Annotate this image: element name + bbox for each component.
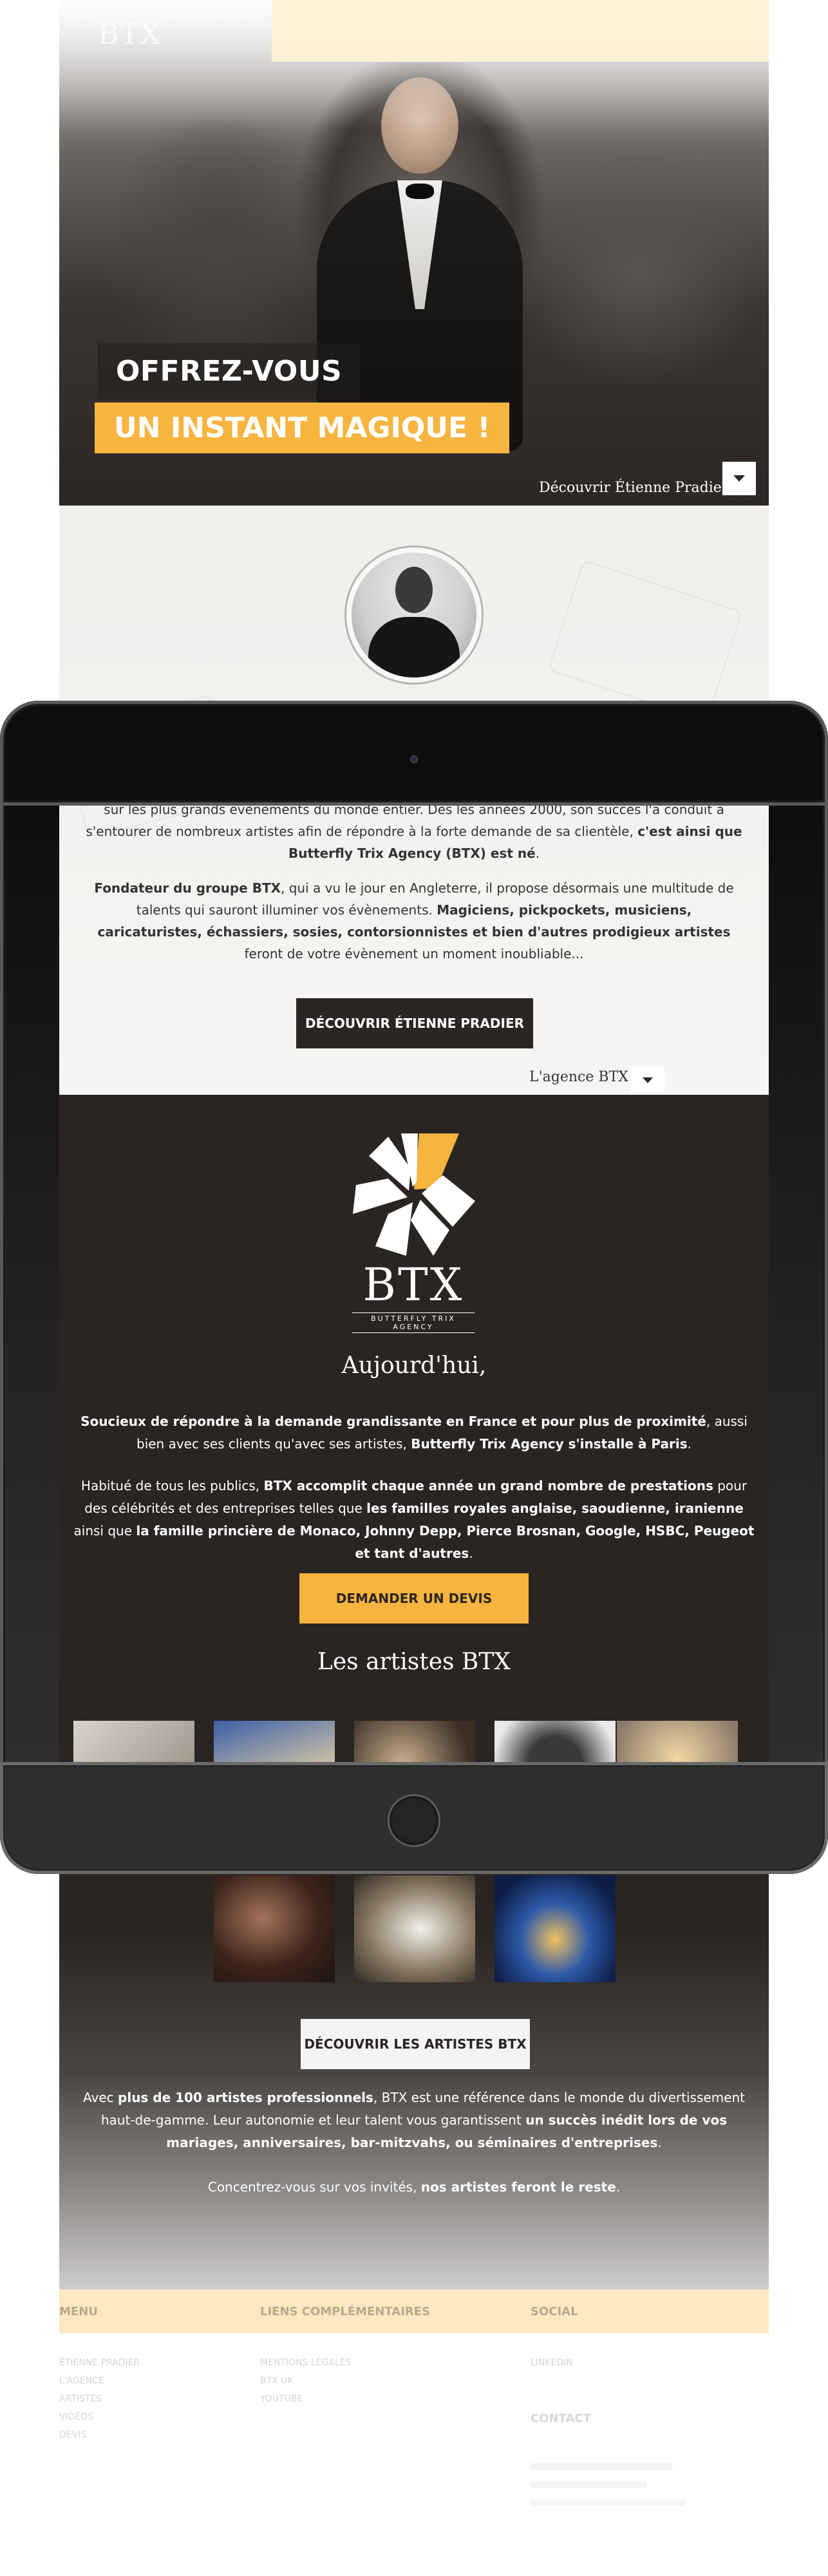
camera-icon (410, 755, 418, 763)
ipad-top-bezel (0, 701, 828, 806)
hero-subtitle: UN INSTANT MAGIQUE ! (95, 402, 510, 453)
etienne-avatar (344, 545, 484, 685)
contact-line (531, 2499, 685, 2506)
home-button-icon[interactable] (388, 1794, 440, 1847)
footer-social-item[interactable]: LINKEDIN (531, 2354, 573, 2372)
ipad-left-bezel (0, 806, 59, 1762)
footer-menu-list: ÉTIENNE PRADIER L'AGENCE ARTISTES VIDÉOS… (59, 2354, 140, 2444)
discover-artists-button[interactable]: DÉCOUVRIR LES ARTISTES BTX (301, 2019, 530, 2069)
ipad-right-bezel (769, 806, 828, 1762)
footer-link-item[interactable]: BTX UK (260, 2372, 352, 2390)
footer-menu-heading: MENU (59, 2305, 98, 2318)
footer-social-heading: SOCIAL (531, 2305, 578, 2318)
footer-contact-heading: CONTACT (531, 2412, 591, 2425)
artist-thumbnail[interactable] (494, 1875, 616, 1982)
contact-line (531, 2481, 646, 2488)
site-logo[interactable]: BTX (98, 18, 162, 51)
footer-link-item[interactable]: YOUTUBE (260, 2390, 352, 2408)
footer-social-list: LINKEDIN (531, 2354, 573, 2372)
artist-thumbnail[interactable] (354, 1875, 475, 1982)
hero-title: OFFREZ-VOUS (98, 343, 361, 399)
chevron-down-icon (733, 475, 745, 482)
artist-thumbnail[interactable] (214, 1875, 335, 1982)
footer: MENU LIENS COMPLÉMENTAIRES SOCIAL ÉTIENN… (59, 2289, 769, 2576)
footer-menu-item[interactable]: L'AGENCE (59, 2372, 140, 2390)
footer-links-heading: LIENS COMPLÉMENTAIRES (260, 2305, 431, 2318)
footer-menu-item[interactable]: DEVIS (59, 2426, 140, 2444)
contact-line (531, 2463, 672, 2470)
footer-links-list: MENTIONS LÉGALES BTX UK YOUTUBE (260, 2354, 352, 2408)
hero-section: BTX OFFREZ-VOUS UN INSTANT MAGIQUE ! Déc… (59, 0, 769, 506)
ipad-device-frame (0, 701, 828, 1874)
footer-menu-item[interactable]: ARTISTES (59, 2390, 140, 2408)
footer-menu-item[interactable]: ÉTIENNE PRADIER (59, 2354, 140, 2372)
footer-link-item[interactable]: MENTIONS LÉGALES (260, 2354, 352, 2372)
btx-outro-text: Avec plus de 100 artistes professionnels… (83, 2090, 745, 2195)
scroll-down-button[interactable] (722, 462, 756, 495)
discover-etienne-link[interactable]: Découvrir Étienne Pradier (539, 480, 728, 496)
footer-menu-item[interactable]: VIDÉOS (59, 2408, 140, 2426)
top-nav-bar (272, 0, 769, 62)
